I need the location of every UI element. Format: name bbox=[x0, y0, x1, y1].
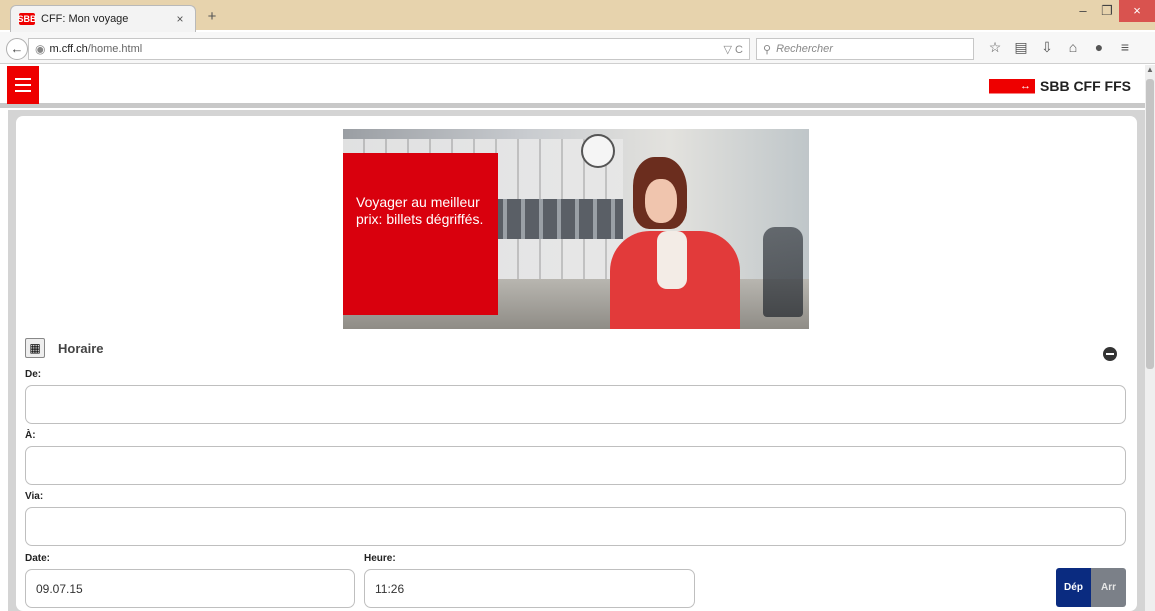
section-title: Horaire bbox=[58, 340, 104, 356]
to-field[interactable] bbox=[25, 446, 1126, 485]
from-input[interactable] bbox=[34, 396, 1117, 413]
search-placeholder: Rechercher bbox=[776, 43, 833, 55]
minimize-button[interactable]: – bbox=[1071, 0, 1095, 22]
time-input[interactable] bbox=[373, 580, 686, 597]
site-header: ↔ SBB CFF FFS bbox=[0, 65, 1145, 108]
from-label: De: bbox=[25, 369, 42, 380]
time-label: Heure: bbox=[364, 553, 396, 564]
toolbar-icons: ☆ ▤ ⇩ ⌂ ● ≡ bbox=[982, 39, 1138, 56]
departure-button[interactable]: Dép bbox=[1056, 568, 1091, 607]
browser-titlebar: SBB CFF: Mon voyage × + – ❐ × bbox=[0, 0, 1155, 32]
browser-navbar: ← ◉ m.cff.ch/home.html ▽ C ⚲ Rechercher … bbox=[0, 32, 1155, 64]
bookmark-star-icon[interactable]: ☆ bbox=[982, 39, 1008, 56]
page-scrollbar[interactable]: ▲ bbox=[1145, 65, 1155, 611]
date-field[interactable] bbox=[25, 569, 355, 608]
window-controls: – ❐ × bbox=[1071, 0, 1155, 22]
scroll-up-icon[interactable]: ▲ bbox=[1145, 65, 1155, 74]
travellers-image bbox=[763, 227, 803, 317]
tab-title: CFF: Mon voyage bbox=[41, 13, 129, 25]
globe-icon: ◉ bbox=[35, 42, 46, 56]
banner-text: Voyager au meilleur prix: billets dégrif… bbox=[356, 194, 484, 227]
date-input[interactable] bbox=[34, 580, 346, 597]
url-path: /home.html bbox=[87, 43, 143, 55]
via-input[interactable] bbox=[34, 518, 1117, 535]
to-input[interactable] bbox=[34, 457, 1117, 474]
sbb-logo[interactable]: ↔ SBB CFF FFS bbox=[989, 78, 1131, 94]
banner-red-panel bbox=[343, 153, 498, 315]
arrival-button[interactable]: Arr bbox=[1091, 568, 1126, 607]
sbb-logo-mark: ↔ bbox=[989, 78, 1035, 94]
woman-face bbox=[645, 179, 677, 223]
date-label: Date: bbox=[25, 553, 51, 564]
woman-with-phone-image bbox=[605, 157, 745, 329]
browser-tab[interactable]: SBB CFF: Mon voyage × bbox=[10, 5, 196, 32]
url-text: m.cff.ch/home.html bbox=[49, 43, 723, 55]
timetable-icon: ▦ bbox=[25, 338, 45, 358]
hamburger-menu-icon[interactable] bbox=[7, 66, 39, 104]
download-icon[interactable]: ⇩ bbox=[1034, 39, 1060, 56]
scroll-thumb[interactable] bbox=[1146, 79, 1154, 369]
address-bar[interactable]: ◉ m.cff.ch/home.html ▽ C bbox=[28, 38, 750, 60]
reading-list-icon[interactable]: ▤ bbox=[1008, 39, 1034, 56]
sbb-logo-text: SBB CFF FFS bbox=[1040, 78, 1131, 94]
reload-icon[interactable]: ▽ C bbox=[724, 43, 743, 56]
via-label: Via: bbox=[25, 491, 44, 502]
woman-scarf bbox=[657, 231, 687, 289]
new-tab-button[interactable]: + bbox=[204, 8, 220, 25]
back-arrow-icon[interactable]: ← bbox=[6, 38, 28, 60]
close-window-button[interactable]: × bbox=[1119, 0, 1155, 22]
sbb-favicon-icon: SBB bbox=[17, 13, 37, 25]
url-domain: m.cff.ch bbox=[49, 43, 88, 55]
search-icon: ⚲ bbox=[763, 43, 772, 56]
chat-icon[interactable]: ● bbox=[1086, 39, 1112, 56]
tab-close-icon[interactable]: × bbox=[173, 12, 187, 26]
via-field[interactable] bbox=[25, 507, 1126, 546]
time-field[interactable] bbox=[364, 569, 695, 608]
departure-arrival-toggle[interactable]: Dép Arr bbox=[1056, 568, 1126, 607]
home-icon[interactable]: ⌂ bbox=[1060, 39, 1086, 56]
to-label: À: bbox=[25, 430, 36, 441]
search-bar[interactable]: ⚲ Rechercher bbox=[756, 38, 974, 60]
horaire-header[interactable]: ▦ Horaire bbox=[25, 338, 104, 358]
restore-button[interactable]: ❐ bbox=[1095, 0, 1119, 22]
promo-banner[interactable]: Voyager au meilleur prix: billets dégrif… bbox=[343, 129, 809, 329]
browser-menu-icon[interactable]: ≡ bbox=[1112, 39, 1138, 56]
collapse-icon[interactable] bbox=[1103, 347, 1117, 361]
from-field[interactable] bbox=[25, 385, 1126, 424]
